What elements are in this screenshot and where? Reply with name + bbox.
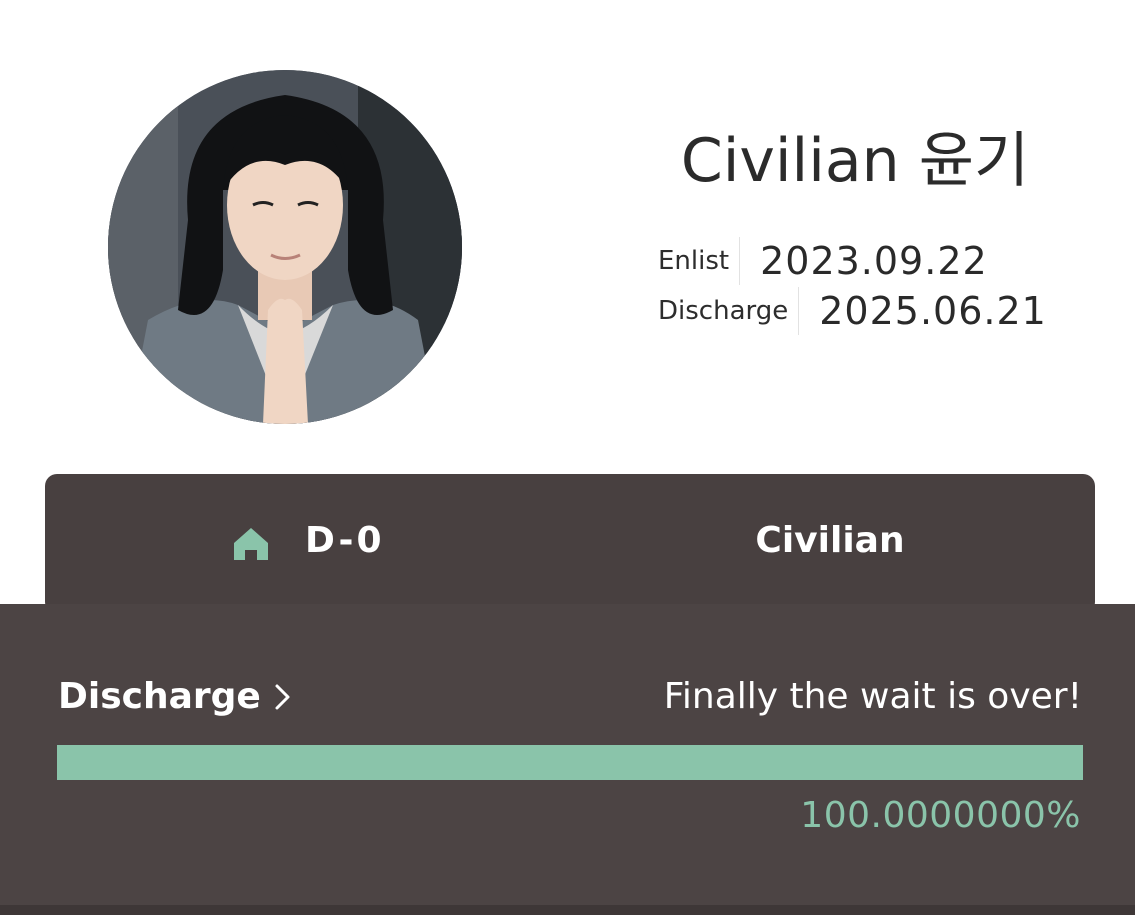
- discharge-message: Finally the wait is over!: [663, 676, 1082, 717]
- enlist-date: 2023.09.22: [760, 239, 988, 283]
- avatar: [108, 70, 462, 424]
- bottom-divider: [0, 905, 1135, 915]
- chevron-right-icon: [275, 684, 290, 709]
- progress-bar: [57, 745, 1083, 780]
- progress-fill: [57, 745, 1083, 780]
- discharge-link[interactable]: Discharge: [58, 676, 293, 717]
- progress-percent: 100.0000000%: [800, 795, 1081, 836]
- discharge-title: Discharge: [58, 676, 261, 717]
- discharge-row: Discharge 2025.06.21: [658, 287, 1047, 335]
- page: Civilian 윤기 Enlist 2023.09.22 Discharge …: [0, 0, 1135, 915]
- discharge-date: 2025.06.21: [819, 289, 1047, 333]
- profile-name: Civilian 윤기: [680, 126, 1030, 196]
- home-icon: [234, 528, 268, 560]
- enlist-label: Enlist: [658, 237, 741, 285]
- enlist-row: Enlist 2023.09.22: [658, 237, 988, 285]
- discharge-label: Discharge: [658, 287, 800, 335]
- dday-counter: D-0: [305, 520, 385, 561]
- status-label: Civilian: [755, 520, 905, 561]
- avatar-portrait: [108, 70, 462, 424]
